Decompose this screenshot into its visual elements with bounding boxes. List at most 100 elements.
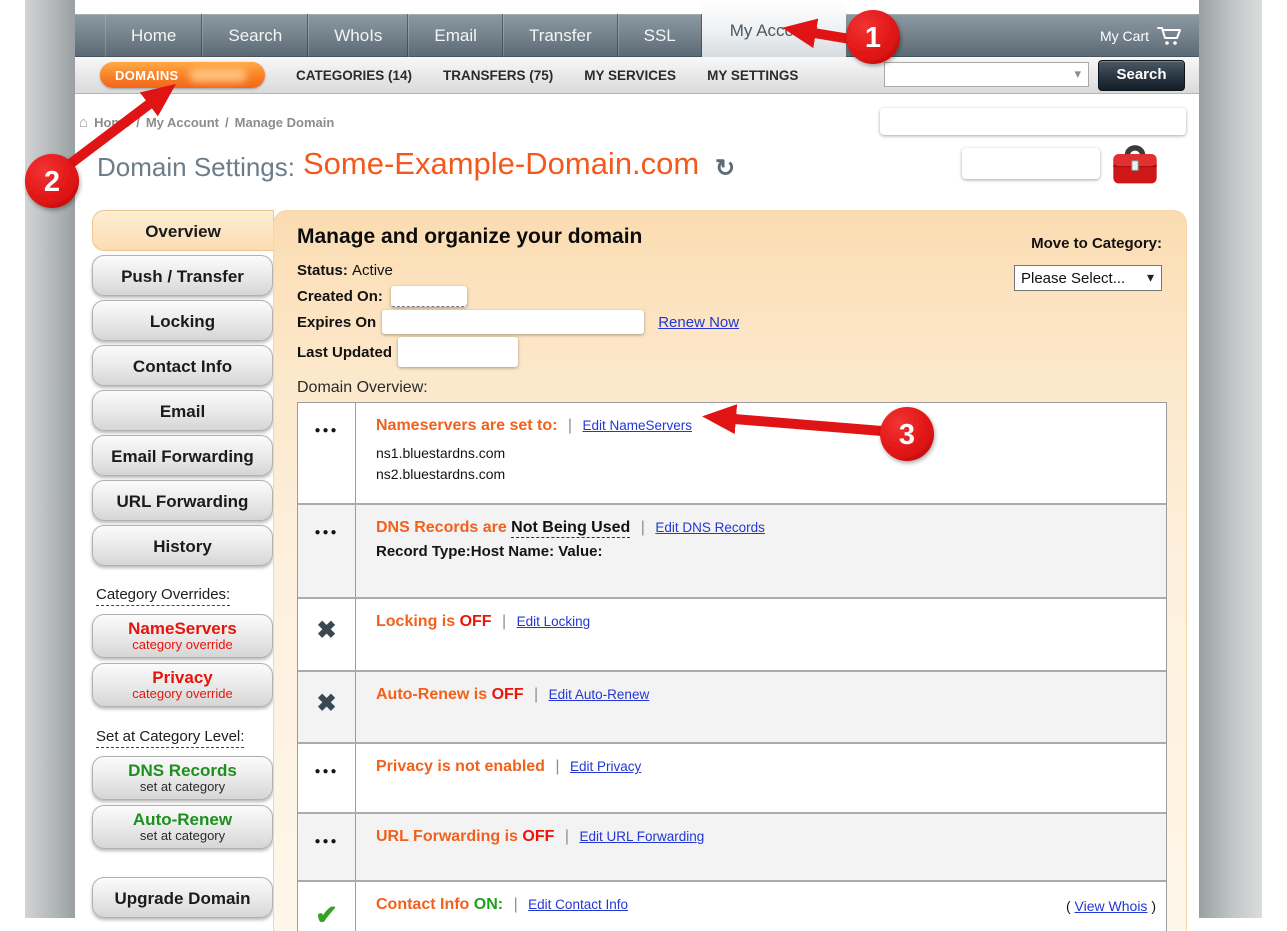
status-icon-cell: ●●●	[298, 814, 356, 880]
edit-auto-renew-link[interactable]: Edit Auto-Renew	[549, 687, 650, 702]
separator: |	[555, 758, 559, 775]
status-label: Status:	[297, 262, 348, 279]
row-title: Privacy is not enabled	[376, 758, 545, 775]
nav-tab-email[interactable]: Email	[408, 14, 503, 57]
move-to-category-select[interactable]: Please Select...	[1015, 266, 1161, 290]
dns-record-columns: Record Type:Host Name: Value:	[376, 543, 1152, 560]
edit-privacy-link[interactable]: Edit Privacy	[570, 759, 641, 774]
status-icon-cell: ✖	[298, 672, 356, 742]
category-overrides-heading[interactable]: Category Overrides:	[96, 586, 230, 606]
dns-records-category-title: DNS Records	[93, 761, 272, 780]
row-title: Locking is	[376, 613, 455, 630]
sidebar-button-dns-records-category[interactable]: DNS Records set at category	[92, 756, 273, 800]
view-whois-wrap: ( View Whois )	[1066, 898, 1156, 914]
domain-search-combobox[interactable]: ▾	[884, 62, 1089, 87]
sidebar-tab-contact-info[interactable]: Contact Info	[92, 345, 273, 386]
left-gutter	[25, 0, 75, 918]
nameservers-override-sub: category override	[93, 638, 272, 652]
auto-renew-category-sub: set at category	[93, 829, 272, 843]
privacy-override-sub: category override	[93, 687, 272, 701]
ellipsis-icon: ●●●	[314, 836, 338, 847]
my-cart-button[interactable]: My Cart	[1100, 14, 1183, 57]
sidebar-tab-url-forwarding[interactable]: URL Forwarding	[92, 480, 273, 521]
redacted-expires-date	[382, 310, 644, 334]
x-icon: ✖	[316, 694, 336, 714]
domain-overview-table: ●●● Nameservers are set to: | Edit NameS…	[297, 402, 1167, 931]
set-at-category-heading[interactable]: Set at Category Level:	[96, 728, 244, 748]
row-status: ON:	[474, 896, 503, 913]
move-to-category-label: Move to Category:	[1031, 235, 1162, 252]
x-icon: ✖	[316, 621, 336, 641]
sidebar: Overview Push / Transfer Locking Contact…	[75, 210, 273, 931]
right-gutter	[1199, 0, 1262, 918]
nav-tab-transfer[interactable]: Transfer	[503, 14, 618, 57]
separator: |	[502, 613, 506, 630]
sidebar-tab-locking[interactable]: Locking	[92, 300, 273, 341]
separator: |	[641, 519, 645, 536]
check-icon: ✔	[315, 904, 338, 926]
sidebar-tab-email-forwarding[interactable]: Email Forwarding	[92, 435, 273, 476]
renew-now-link[interactable]: Renew Now	[658, 314, 739, 331]
breadcrumb-my-account[interactable]: My Account	[146, 115, 219, 130]
redacted-created-date	[391, 286, 467, 307]
row-status: OFF	[522, 828, 554, 845]
subnav-item-transfers[interactable]: TRANSFERS (75)	[443, 68, 553, 83]
sidebar-button-auto-renew-category[interactable]: Auto-Renew set at category	[92, 805, 273, 849]
edit-locking-link[interactable]: Edit Locking	[517, 614, 591, 629]
paren: (	[1066, 898, 1071, 914]
table-row-dns-records: ●●● DNS Records are Not Being Used | Edi…	[298, 503, 1166, 597]
title-row: Domain Settings: Some-Example-Domain.com…	[75, 146, 1199, 198]
ellipsis-icon: ●●●	[314, 527, 338, 538]
search-button[interactable]: Search	[1098, 60, 1185, 91]
subnav-item-my-services[interactable]: MY SERVICES	[584, 68, 676, 83]
view-whois-link[interactable]: View Whois	[1075, 898, 1148, 914]
domains-label: DOMAINS	[100, 68, 179, 83]
table-row-nameservers: ●●● Nameservers are set to: | Edit NameS…	[298, 403, 1166, 503]
top-navigation: Home Search WhoIs Email Transfer SSL My …	[75, 0, 1199, 57]
edit-dns-records-link[interactable]: Edit DNS Records	[655, 520, 765, 535]
status-icon-cell: ●●●	[298, 505, 356, 597]
toolbox-icon[interactable]	[1109, 140, 1161, 190]
subnav-item-domains[interactable]: DOMAINS	[100, 62, 265, 88]
privacy-override-title: Privacy	[93, 668, 272, 687]
nav-tab-home[interactable]: Home	[105, 14, 202, 57]
search-input[interactable]	[885, 63, 1077, 86]
nav-tab-ssl[interactable]: SSL	[618, 14, 702, 57]
sidebar-tab-overview[interactable]: Overview	[92, 210, 274, 251]
status-icon-cell: ●●●	[298, 744, 356, 812]
nav-tab-my-account[interactable]: My Account	[702, 0, 846, 57]
sidebar-tab-email[interactable]: Email	[92, 390, 273, 431]
breadcrumb-home[interactable]: Home	[94, 115, 130, 130]
last-updated-label: Last Updated	[297, 344, 392, 361]
nav-tab-whois[interactable]: WhoIs	[308, 14, 408, 57]
edit-url-forwarding-link[interactable]: Edit URL Forwarding	[579, 829, 704, 844]
expires-on-label: Expires On	[297, 314, 376, 331]
nav-tab-search[interactable]: Search	[202, 14, 308, 57]
edit-nameservers-link[interactable]: Edit NameServers	[583, 418, 693, 433]
sidebar-tab-push-transfer[interactable]: Push / Transfer	[92, 255, 273, 296]
row-title: URL Forwarding is	[376, 828, 518, 845]
table-row-auto-renew: ✖ Auto-Renew is OFF | Edit Auto-Renew	[298, 670, 1166, 742]
separator: |	[534, 686, 538, 703]
sidebar-button-nameservers-override[interactable]: NameServers category override	[92, 614, 273, 658]
dns-records-category-sub: set at category	[93, 780, 272, 794]
status-icon-cell: ●●●	[298, 403, 356, 503]
table-row-privacy: ●●● Privacy is not enabled | Edit Privac…	[298, 742, 1166, 812]
move-to-category-selectwrap: Please Select... ▾	[1014, 265, 1162, 291]
redacted-box	[880, 108, 1186, 135]
sidebar-tab-history[interactable]: History	[92, 525, 273, 566]
cart-icon	[1157, 26, 1183, 46]
row-title: Auto-Renew is	[376, 686, 487, 703]
top-nav-tabs: Home Search WhoIs Email Transfer SSL My …	[105, 0, 846, 57]
table-row-locking: ✖ Locking is OFF | Edit Locking	[298, 597, 1166, 670]
table-row-url-forwarding: ●●● URL Forwarding is OFF | Edit URL For…	[298, 812, 1166, 880]
subnav-item-my-settings[interactable]: MY SETTINGS	[707, 68, 798, 83]
sidebar-button-privacy-override[interactable]: Privacy category override	[92, 663, 273, 707]
upgrade-domain-button[interactable]: Upgrade Domain	[92, 877, 273, 918]
table-row-contact-info: ✔ Contact Info ON: | Edit Contact Info (…	[298, 880, 1166, 931]
edit-contact-info-link[interactable]: Edit Contact Info	[528, 897, 628, 912]
separator: |	[565, 828, 569, 845]
subnav-item-categories[interactable]: CATEGORIES (14)	[296, 68, 412, 83]
refresh-icon[interactable]: ↻	[715, 154, 735, 183]
domain-overview-label: Domain Overview:	[297, 379, 1163, 397]
